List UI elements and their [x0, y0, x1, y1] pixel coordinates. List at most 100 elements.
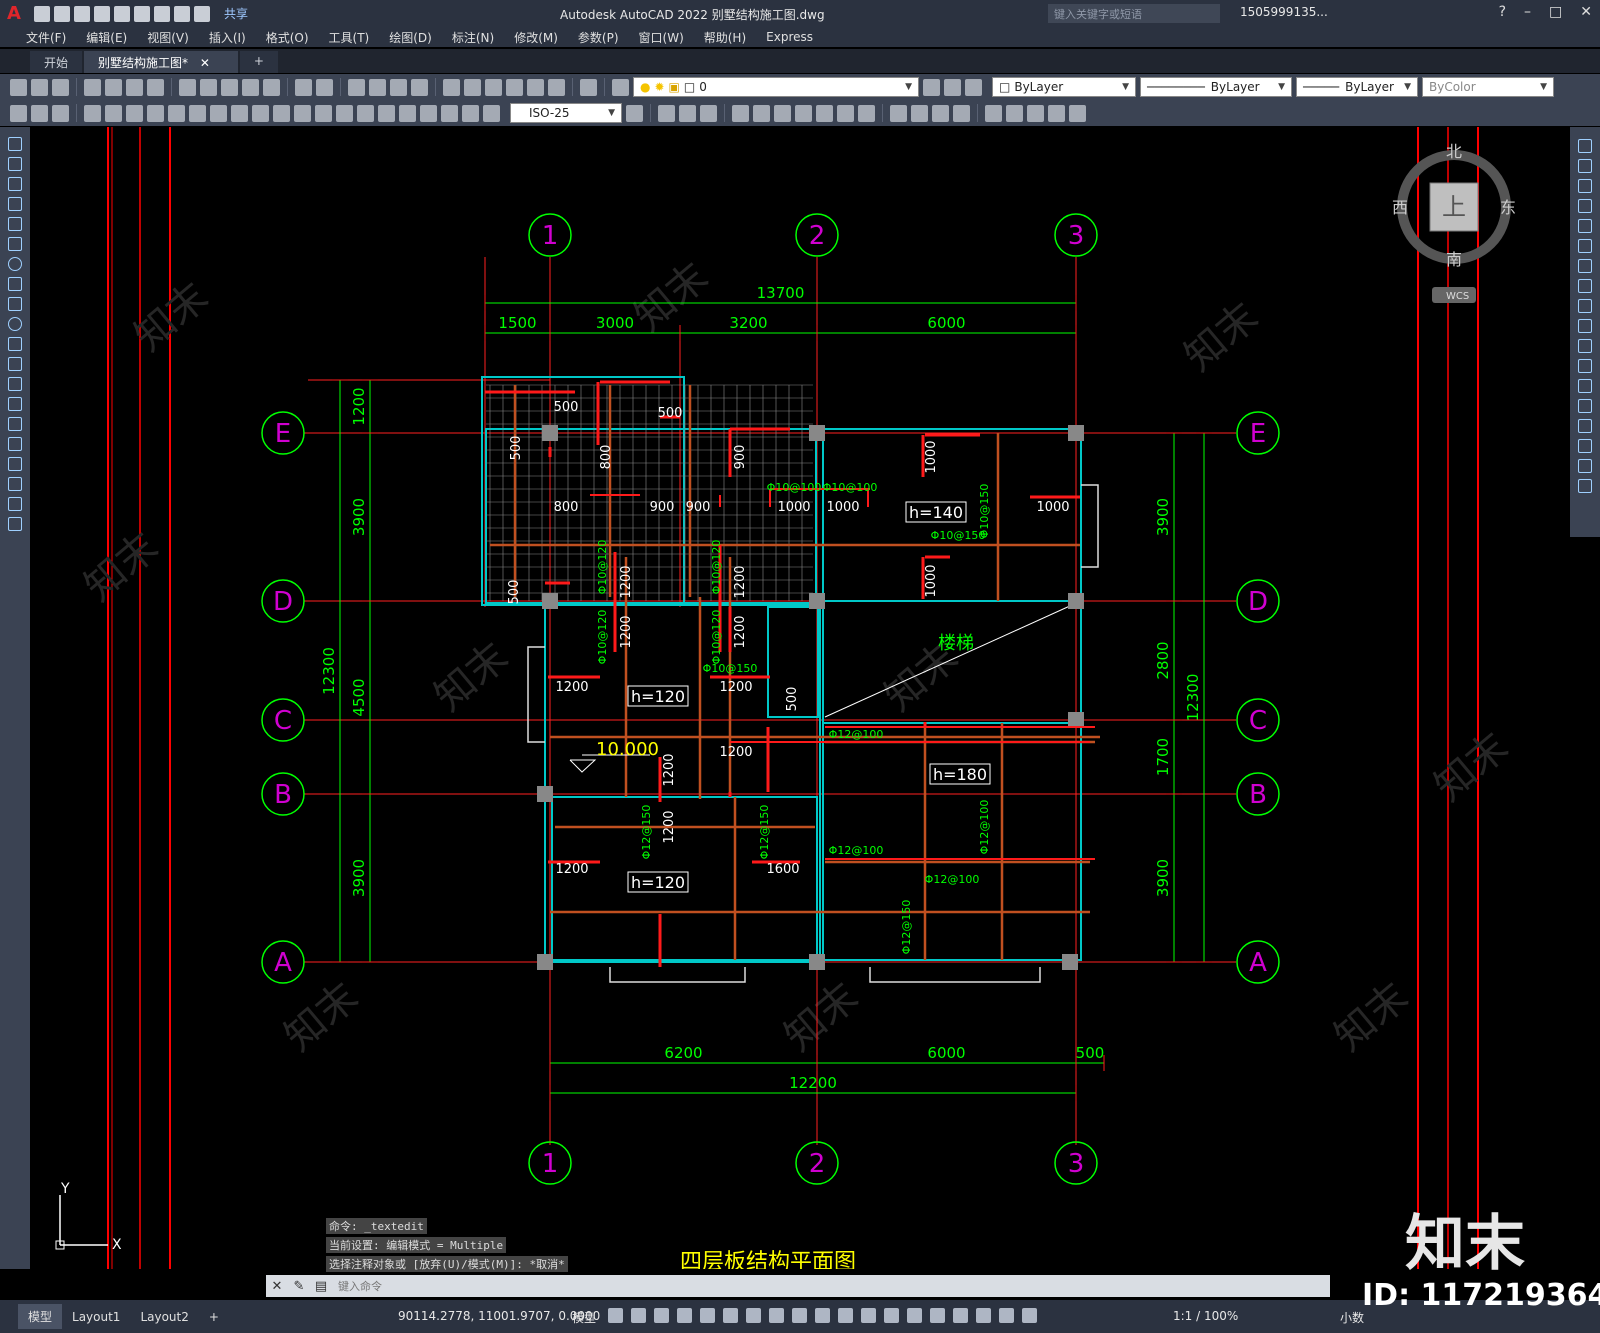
- ucs-object-icon[interactable]: [1069, 104, 1086, 122]
- design-center-icon[interactable]: [464, 78, 481, 96]
- tool-palettes-icon[interactable]: [485, 78, 502, 96]
- menu-view[interactable]: 视图(V): [137, 29, 199, 46]
- sheet-set-icon[interactable]: [506, 78, 523, 96]
- drawing-canvas[interactable]: 知末 知末 知末 知末 知末 知末 知末 知末 知末 知末 13700 1500 3000 3200 60…: [30, 127, 1570, 1269]
- gizmo-icon[interactable]: [953, 1308, 968, 1323]
- add-layout-button[interactable]: +: [199, 1306, 229, 1328]
- rotate-icon[interactable]: [1578, 259, 1592, 273]
- annotation-scale[interactable]: 1:1 / 100%: [1173, 1309, 1238, 1323]
- text-style-icon[interactable]: [10, 104, 27, 122]
- dim-style-manager-icon[interactable]: [626, 104, 643, 122]
- dim-space-icon[interactable]: [315, 104, 332, 122]
- layer-previous-icon[interactable]: [944, 78, 961, 96]
- mtext-icon[interactable]: [8, 497, 22, 511]
- minimize-icon[interactable]: –: [1524, 4, 1531, 20]
- move-icon[interactable]: [1578, 239, 1592, 253]
- match-properties-icon[interactable]: [242, 78, 259, 96]
- open-web-icon[interactable]: [114, 5, 130, 22]
- menu-help[interactable]: 帮助(H): [694, 29, 756, 46]
- tab-current-drawing[interactable]: 别墅结构施工图* ✕: [84, 51, 238, 73]
- menu-tools[interactable]: 工具(T): [319, 29, 380, 46]
- insert-block-icon[interactable]: [8, 357, 22, 371]
- loft-icon[interactable]: [795, 104, 812, 122]
- angular-icon[interactable]: [231, 104, 248, 122]
- break-at-point-icon[interactable]: [1578, 359, 1592, 373]
- presspull-icon[interactable]: [816, 104, 833, 122]
- explode-icon[interactable]: [1578, 479, 1592, 493]
- arc-length-icon[interactable]: [126, 104, 143, 122]
- quick-dim-icon[interactable]: [252, 104, 269, 122]
- object-snap-icon[interactable]: [792, 1308, 807, 1323]
- open-icon[interactable]: [31, 78, 48, 96]
- help-icon[interactable]: [580, 78, 597, 96]
- undo-icon[interactable]: [174, 5, 190, 22]
- linetype-dropdown[interactable]: ──────── ByLayer ▼: [1140, 77, 1292, 97]
- object-snap-tracking-icon[interactable]: [769, 1308, 784, 1323]
- scale-icon[interactable]: [1578, 279, 1592, 293]
- layer-state-icon[interactable]: [965, 78, 982, 96]
- center-mark-icon[interactable]: [378, 104, 395, 122]
- slice-icon[interactable]: [837, 104, 854, 122]
- polygon-icon[interactable]: [8, 197, 22, 211]
- annotation-scale-icon[interactable]: [1022, 1308, 1037, 1323]
- layer-dropdown[interactable]: ● ✹ ▣ □ 0 ▼: [633, 77, 919, 97]
- dynamic-input-icon[interactable]: [677, 1308, 692, 1323]
- menu-draw[interactable]: 绘图(D): [379, 29, 442, 46]
- dim-style-icon[interactable]: [31, 104, 48, 122]
- array-icon[interactable]: [1578, 219, 1592, 233]
- radius-icon[interactable]: [168, 104, 185, 122]
- construction-line-icon[interactable]: [8, 157, 22, 171]
- tab-model[interactable]: 模型: [18, 1304, 63, 1329]
- zoom-previous-icon[interactable]: [411, 78, 428, 96]
- snap-icon[interactable]: [631, 1308, 646, 1323]
- polar-icon[interactable]: [723, 1308, 738, 1323]
- properties-icon[interactable]: [443, 78, 460, 96]
- selection-cycling-icon[interactable]: [861, 1308, 876, 1323]
- units-setting[interactable]: 小数: [1340, 1309, 1364, 1326]
- mirror-icon[interactable]: [1578, 179, 1592, 193]
- preview-icon[interactable]: [105, 78, 122, 96]
- close-icon[interactable]: ✕: [1580, 4, 1592, 20]
- zoom-window-icon[interactable]: [390, 78, 407, 96]
- menu-parametric[interactable]: 参数(P): [568, 29, 629, 46]
- line-icon[interactable]: [8, 137, 22, 151]
- jogged-linear-icon[interactable]: [420, 104, 437, 122]
- model-space-toggle[interactable]: 模型: [572, 1309, 596, 1326]
- tab-start[interactable]: 开始: [30, 51, 83, 73]
- viewcube-south[interactable]: 南: [1446, 250, 1462, 269]
- blend-icon[interactable]: [1578, 459, 1592, 473]
- diameter-icon[interactable]: [210, 104, 227, 122]
- baseline-icon[interactable]: [273, 104, 290, 122]
- redo-icon[interactable]: [194, 5, 210, 22]
- visual-style-icon[interactable]: [890, 104, 907, 122]
- dim-break-icon[interactable]: [336, 104, 353, 122]
- new-icon[interactable]: [34, 5, 50, 22]
- box-icon[interactable]: [658, 104, 675, 122]
- render-icon[interactable]: [911, 104, 928, 122]
- ucs-world-icon[interactable]: [1006, 104, 1023, 122]
- sweep-icon[interactable]: [774, 104, 791, 122]
- viewcube-west[interactable]: 西: [1392, 198, 1408, 217]
- extrude-icon[interactable]: [732, 104, 749, 122]
- linear-dim-icon[interactable]: [84, 104, 101, 122]
- menu-express[interactable]: Express: [756, 30, 823, 44]
- menu-window[interactable]: 窗口(W): [629, 29, 694, 46]
- color-dropdown[interactable]: □ ByLayer ▼: [992, 77, 1136, 97]
- add-selected-icon[interactable]: [8, 517, 22, 531]
- rectangle-icon[interactable]: [8, 217, 22, 231]
- menu-insert[interactable]: 插入(I): [199, 29, 256, 46]
- lineweight-dropdown[interactable]: ───── ByLayer ▼: [1296, 77, 1418, 97]
- autocad-logo-icon[interactable]: A: [0, 0, 28, 27]
- open-icon[interactable]: [54, 5, 70, 22]
- region-icon[interactable]: [8, 457, 22, 471]
- make-current-icon[interactable]: [923, 78, 940, 96]
- recent-commands-icon[interactable]: ▤: [310, 1279, 332, 1294]
- ordinate-icon[interactable]: [147, 104, 164, 122]
- zoom-realtime-icon[interactable]: [369, 78, 386, 96]
- break-icon[interactable]: [1578, 379, 1592, 393]
- new-tab-button[interactable]: +: [239, 51, 278, 73]
- subtract-icon[interactable]: [700, 104, 717, 122]
- save-as-icon[interactable]: [94, 5, 110, 22]
- undo-icon[interactable]: [295, 78, 312, 96]
- ucs-icon[interactable]: [985, 104, 1002, 122]
